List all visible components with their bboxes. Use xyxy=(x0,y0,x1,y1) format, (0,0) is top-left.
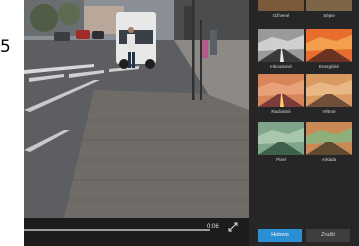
filter-label-pixel: Pixel xyxy=(276,157,286,162)
player-controls: 0:06 xyxy=(24,218,249,246)
filter-tile-pixel[interactable] xyxy=(258,122,304,155)
video-player[interactable] xyxy=(24,0,249,246)
partial-number-glyph: 5 xyxy=(0,37,11,57)
filter-tile-arcade[interactable] xyxy=(306,122,352,155)
filter-label-ink: Inkoustové xyxy=(270,64,292,69)
time-display: 0:06 xyxy=(207,224,219,230)
filter-tile-ink[interactable] xyxy=(258,29,304,62)
filter-tile-joyful[interactable] xyxy=(258,74,304,107)
filter-tile-windy[interactable] xyxy=(306,74,352,107)
video-frame xyxy=(24,0,249,218)
left-margin: 5 xyxy=(0,0,24,246)
filter-label-energetic: Energické xyxy=(318,64,339,69)
filter-tile-sepia[interactable] xyxy=(306,0,352,11)
filter-label-vivid: Ožívené xyxy=(272,13,290,18)
seek-bar[interactable] xyxy=(24,229,210,231)
filter-label-arcade: Arkáda xyxy=(321,157,337,162)
filter-label-sepia: Sépie xyxy=(323,13,335,18)
filters-panel: Ožívené Sépie Inkoustové Energické Rados… xyxy=(249,0,359,246)
filter-label-windy: Větrné xyxy=(322,109,336,114)
filter-tile-energetic[interactable] xyxy=(306,29,352,62)
cancel-button[interactable]: Zrušit xyxy=(306,229,350,242)
filter-tile-vivid[interactable] xyxy=(258,0,304,11)
fullscreen-icon[interactable] xyxy=(228,222,238,232)
done-button[interactable]: Hotovo xyxy=(258,229,302,242)
filter-label-joyful: Radostné xyxy=(271,109,291,114)
